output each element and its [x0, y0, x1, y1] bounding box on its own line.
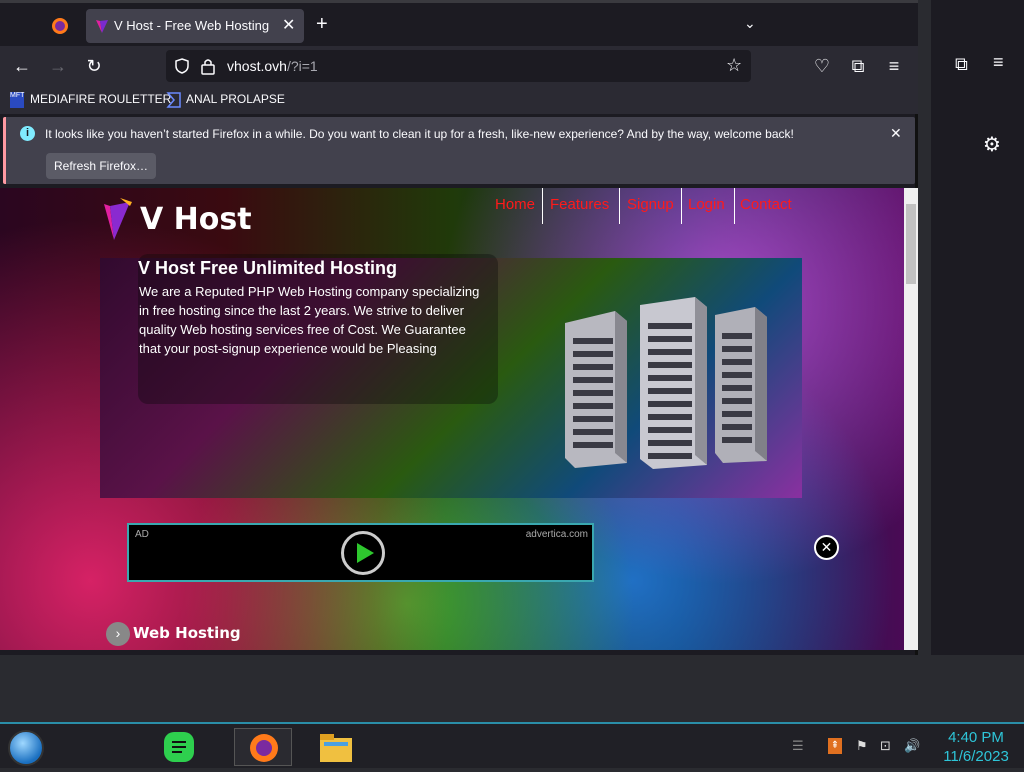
url-host: vhost.ovh [227, 58, 287, 74]
site-logo[interactable]: V Host [140, 202, 252, 237]
url-text[interactable]: vhost.ovh/?i=1 [227, 58, 318, 74]
firefox-view-button[interactable] [44, 9, 76, 43]
bookmark-anal-prolapse[interactable]: ANAL PROLAPSE [186, 92, 285, 106]
ad-label: AD [135, 529, 149, 540]
gear-icon[interactable]: ⚙ [983, 132, 1001, 157]
hero-description: We are a Reputed PHP Web Hosting company… [139, 284, 480, 356]
shield-icon[interactable] [174, 58, 190, 74]
video-ad[interactable]: AD advertica.com [127, 523, 594, 582]
vhost-favicon [96, 20, 108, 33]
url-bar[interactable]: vhost.ovh/?i=1 ☆ [166, 50, 751, 82]
url-path: /?i=1 [286, 58, 318, 74]
clock-time: 4:40 PM [948, 729, 1004, 746]
clock-date: 11/6/2023 [943, 748, 1009, 765]
menu-separator [681, 188, 682, 224]
lock-icon[interactable] [200, 57, 216, 75]
bookmark-mediafire[interactable]: MEDIAFIRE ROULETTER [30, 92, 171, 106]
extensions-icon[interactable]: ⧉ [955, 54, 968, 75]
app-tray-icon[interactable]: ⇞ [828, 738, 842, 754]
bookmarks-bar: MFT MEDIAFIRE ROULETTER ANAL PROLAPSE [0, 86, 918, 114]
web-hosting-heading: Web Hosting [133, 624, 241, 642]
ad-source[interactable]: advertica.com [526, 529, 588, 540]
file-explorer-icon[interactable] [316, 728, 356, 766]
ad-close-icon[interactable]: ✕ [814, 535, 839, 560]
menu-features[interactable]: Features [550, 196, 609, 213]
sigma-icon [166, 92, 181, 108]
nav-bar: ← → ↻ vhost.ovh/?i=1 ☆ ♡ ⧉ ≡ [0, 46, 918, 86]
play-icon[interactable] [341, 531, 385, 575]
page-scrollbar[interactable] [904, 188, 918, 650]
chevron-right-icon[interactable]: › [106, 622, 130, 646]
menu-separator [542, 188, 543, 224]
menu-icon[interactable]: ≡ [880, 52, 908, 80]
browser-window: V Host - Free Web Hosting with ✕ + ⌄ ← →… [0, 0, 918, 655]
background-window: ⧉ ≡ ⚙ [931, 0, 1024, 655]
back-icon[interactable]: ← [8, 52, 36, 80]
menu-separator [734, 188, 735, 224]
tab-bar: V Host - Free Web Hosting with ✕ + ⌄ [0, 0, 918, 46]
flag-icon[interactable]: ⚑ [856, 738, 868, 754]
firefox-taskbar-icon[interactable] [234, 728, 292, 766]
menu-login[interactable]: Login [688, 196, 725, 213]
taskbar: ☰ ⇞ ⚑ ⊡ 🔊 4:40 PM 11/6/2023 [0, 722, 1024, 768]
menu-signup[interactable]: Signup [627, 196, 674, 213]
scrollbar-thumb[interactable] [906, 204, 916, 284]
network-icon[interactable]: ⊡ [880, 738, 891, 754]
info-icon: i [20, 126, 35, 141]
extensions-icon[interactable]: ⧉ [844, 52, 872, 80]
pocket-icon[interactable]: ♡ [808, 52, 836, 80]
tab-close-icon[interactable]: ✕ [282, 15, 295, 35]
bookmark-star-icon[interactable]: ☆ [726, 55, 742, 76]
menu-separator [619, 188, 620, 224]
refresh-firefox-button[interactable]: Refresh Firefox… [46, 153, 156, 179]
tab-title: V Host - Free Web Hosting with [114, 18, 269, 33]
firefox-icon [52, 18, 68, 34]
server-rack-image [565, 297, 767, 469]
menu-icon[interactable]: ≡ [993, 52, 1004, 73]
tab-active[interactable]: V Host - Free Web Hosting with ✕ [86, 9, 304, 43]
vhost-logo-icon [104, 198, 132, 240]
forward-icon[interactable]: → [44, 52, 72, 80]
refresh-notification: i It looks like you haven’t started Fire… [3, 117, 915, 184]
list-tabs-icon[interactable]: ⌄ [744, 15, 756, 32]
wifi-icon[interactable]: ☰ [792, 738, 804, 754]
notification-message: It looks like you haven’t started Firefo… [45, 127, 794, 141]
web-content: V Host Home Features Signup Login Contac… [0, 188, 904, 650]
menu-contact[interactable]: Contact [740, 196, 792, 213]
hero-title: V Host Free Unlimited Hosting [138, 258, 398, 278]
volume-icon[interactable]: 🔊 [904, 738, 920, 754]
mediafire-favicon: MFT [10, 92, 24, 108]
new-tab-icon[interactable]: + [316, 13, 328, 36]
notes-app-icon[interactable] [160, 728, 200, 766]
menu-home[interactable]: Home [495, 196, 535, 213]
notification-close-icon[interactable]: ✕ [890, 125, 902, 142]
start-button[interactable] [8, 730, 44, 766]
reload-icon[interactable]: ↻ [80, 52, 108, 80]
clock[interactable]: 4:40 PM 11/6/2023 [936, 728, 1016, 766]
